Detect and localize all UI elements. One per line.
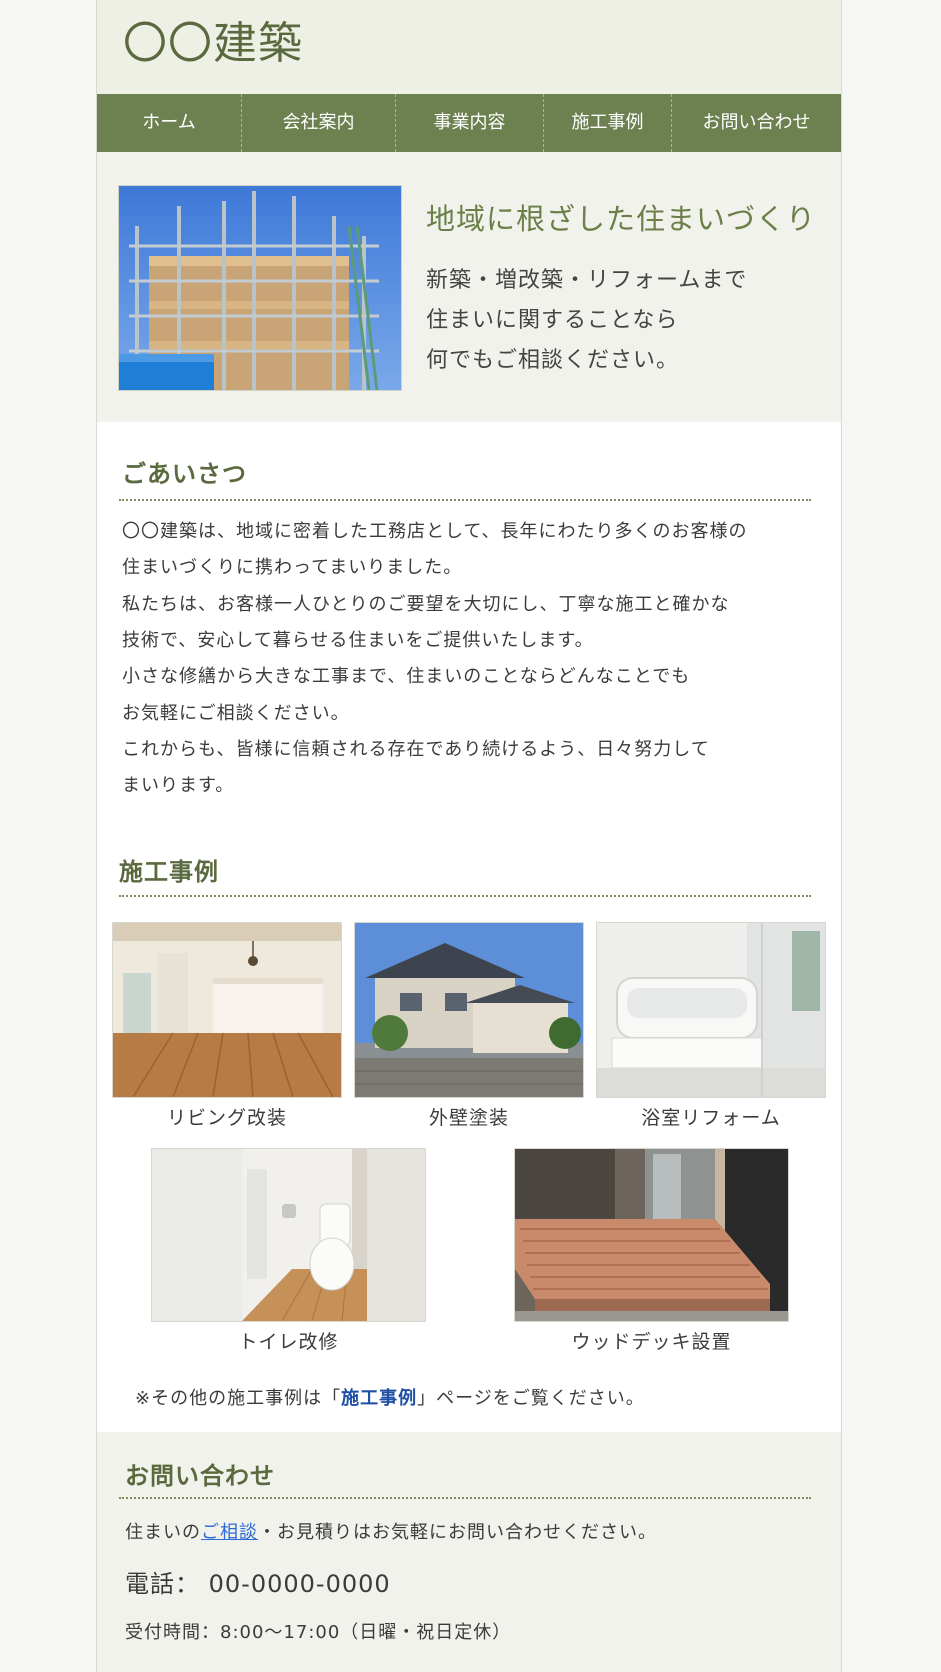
contact-text-suffix: ・お見積りはお気軽にお問い合わせください。 [258,1522,657,1543]
hero-section: 地域に根ざした住まいづくり 新築・増改築・リフォームまで 住まいに関することなら… [97,152,841,422]
business-hours: 受付時間：8:00〜17:00（日曜・祝日定休） [125,1622,512,1643]
hero-text-line: 何でもご相談ください。 [426,348,680,373]
nav-item-cases[interactable]: 施工事例 [543,94,671,152]
divider [119,1497,811,1499]
note-suffix: 」ページをご覧ください。 [417,1388,645,1409]
case-label: 外壁塗装 [428,1107,509,1129]
hero-text-line: 新築・増改築・リフォームまで [426,268,748,293]
greeting-text-line: お気軽にご相談ください。 [122,703,350,724]
cases-title: 施工事例 [119,857,219,886]
toilet-renovation-photo[interactable] [152,1149,425,1321]
consultation-link[interactable]: ご相談 [201,1522,258,1543]
case-label: ウッドデッキ設置 [571,1331,732,1353]
site-header: 〇〇建築 [97,0,841,94]
site-title[interactable]: 〇〇建築 [123,16,303,72]
cases-note: ※その他の施工事例は「施工事例」ページをご覧ください。 [135,1384,645,1410]
nav-item-company[interactable]: 会社案内 [241,94,395,152]
nav-item-services[interactable]: 事業内容 [395,94,543,152]
contact-text-prefix: 住まいの [125,1522,201,1543]
main-nav: ホーム 会社案内 事業内容 施工事例 お問い合わせ [97,94,841,152]
greeting-text-line: 住まいづくりに携わってまいりました。 [122,557,463,578]
note-prefix: ※その他の施工事例は「 [135,1388,342,1409]
page: 〇〇建築 ホーム 会社案内 事業内容 施工事例 お問い合わせ 地域に根ざした住ま… [96,0,842,1672]
divider [119,895,811,897]
hero-text-line: 住まいに関することなら [426,308,679,333]
contact-section: お問い合わせ 住まいのご相談・お見積りはお気軽にお問い合わせください。 電話： … [97,1432,841,1672]
contact-title: お問い合わせ [125,1461,275,1490]
greeting-text-line: まいります。 [122,775,235,796]
hero-title: 地域に根ざした住まいづくり [426,202,817,236]
cases-page-link[interactable]: 施工事例 [341,1388,417,1409]
case-label: リビング改装 [166,1107,287,1129]
case-label: 浴室リフォーム [641,1107,781,1129]
greeting-text-line: これからも、皆様に信頼される存在であり続けるよう、日々努力して [122,739,710,760]
nav-item-home[interactable]: ホーム [97,94,241,152]
contact-description: 住まいのご相談・お見積りはお気軽にお問い合わせください。 [125,1518,657,1544]
case-label: トイレ改修 [238,1331,339,1353]
bathroom-reform-photo[interactable] [597,923,825,1097]
phone-number: 電話： 00-0000-0000 [125,1570,391,1598]
living-renovation-photo[interactable] [113,923,341,1097]
greeting-text-line: 小さな修繕から大きな工事まで、住まいのことならどんなことでも [122,666,691,687]
construction-photo [119,186,401,390]
nav-item-contact[interactable]: お問い合わせ [671,94,841,152]
wood-deck-photo[interactable] [515,1149,788,1321]
greeting-title: ごあいさつ [122,459,247,488]
greeting-text-line: 〇〇建築は、地域に密着した工務店として、長年にわたり多くのお客様の [122,521,748,542]
greeting-text-line: 技術で、安心して暮らせる住まいをご提供いたします。 [122,630,594,651]
exterior-painting-photo[interactable] [355,923,583,1097]
greeting-text-line: 私たちは、お客様一人ひとりのご要望を大切にし、丁寧な施工と確かな [122,594,730,615]
divider [119,499,811,501]
